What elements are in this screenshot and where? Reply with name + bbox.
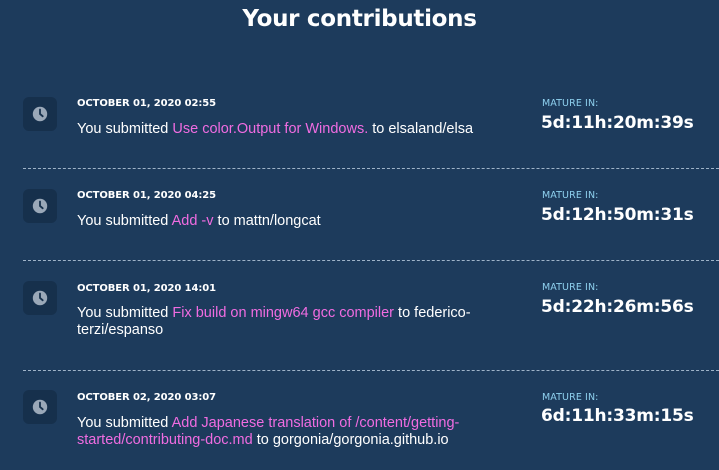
clock-icon xyxy=(32,399,48,415)
maturity-countdown: 5d:11h:20m:39s xyxy=(541,113,694,133)
clock-icon xyxy=(32,106,48,122)
clock-icon-box xyxy=(23,189,57,223)
contribution-date: OCTOBER 02, 2020 03:07 xyxy=(77,392,216,403)
message-prefix: You submitted xyxy=(77,305,173,321)
pull-request-link[interactable]: Fix build on mingw64 gcc compiler xyxy=(172,305,394,321)
contribution-message: You submitted Use color.Output for Windo… xyxy=(77,121,517,138)
contribution-message: You submitted Add -v to mattn/longcat xyxy=(77,213,517,230)
clock-icon xyxy=(32,198,48,214)
repository-text: to elsaland/elsa xyxy=(368,121,474,137)
mature-label: MATURE IN: xyxy=(542,98,599,109)
pull-request-link[interactable]: Add -v xyxy=(172,213,214,229)
pull-request-link[interactable]: Use color.Output for Windows. xyxy=(172,121,368,137)
message-prefix: You submitted xyxy=(77,121,173,137)
clock-icon xyxy=(32,290,48,306)
maturity-countdown: 5d:22h:26m:56s xyxy=(541,297,694,317)
repository-text: to gorgonia/gorgonia.github.io xyxy=(252,432,449,448)
mature-label: MATURE IN: xyxy=(542,392,599,403)
clock-icon-box xyxy=(23,97,57,131)
contribution-message: You submitted Add Japanese translation o… xyxy=(77,415,507,449)
mature-label: MATURE IN: xyxy=(542,190,599,201)
contribution-date: OCTOBER 01, 2020 04:25 xyxy=(77,190,216,201)
repository-text: to mattn/longcat xyxy=(213,213,321,229)
contribution-date: OCTOBER 01, 2020 14:01 xyxy=(77,283,216,294)
message-prefix: You submitted xyxy=(77,415,172,431)
contribution-date: OCTOBER 01, 2020 02:55 xyxy=(77,98,216,109)
maturity-countdown: 6d:11h:33m:15s xyxy=(541,406,694,426)
clock-icon-box xyxy=(23,390,57,424)
maturity-countdown: 5d:12h:50m:31s xyxy=(541,205,694,225)
mature-label: MATURE IN: xyxy=(542,282,599,293)
divider xyxy=(23,370,719,371)
contribution-message: You submitted Fix build on mingw64 gcc c… xyxy=(77,305,507,339)
page-title: Your contributions xyxy=(242,6,477,32)
divider xyxy=(23,260,719,261)
divider xyxy=(23,168,719,169)
message-prefix: You submitted xyxy=(77,213,172,229)
clock-icon-box xyxy=(23,281,57,315)
